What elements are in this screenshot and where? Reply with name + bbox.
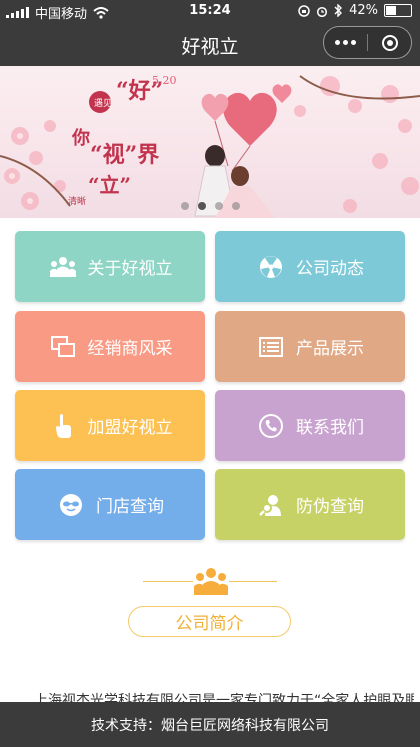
miniprogram-capsule: [323, 26, 412, 59]
news-label: 公司动态: [296, 259, 364, 279]
battery-percent: 42%: [349, 3, 378, 18]
lock-rotation-icon: [298, 4, 310, 17]
close-button[interactable]: [368, 27, 411, 58]
carousel-indicators[interactable]: [0, 202, 420, 210]
news-button[interactable]: 公司动态: [215, 231, 405, 302]
about-label: 关于好视立: [87, 259, 173, 279]
phone-icon: [256, 411, 286, 441]
group-icon: [48, 252, 78, 282]
radiation-icon: [256, 252, 286, 282]
banner-text-5: “立”: [88, 173, 131, 197]
banner-date: 5.20: [152, 74, 177, 87]
top-bar: 中国移动 15:24 42% 好视立: [0, 0, 420, 66]
carousel-dot[interactable]: [214, 202, 223, 210]
contact-label: 联系我们: [296, 418, 364, 438]
join-label: 加盟好视立: [87, 418, 173, 438]
dealers-button[interactable]: 经销商风采: [15, 311, 205, 382]
list-icon: [256, 332, 286, 362]
user-search-icon: [256, 490, 286, 520]
hand-pointer-icon: [48, 411, 78, 441]
banner-illustration: 遇见 “好” 你 “视”界 “立” 清晰 5.20: [0, 74, 420, 218]
join-button[interactable]: 加盟好视立: [15, 390, 205, 461]
carousel-dot[interactable]: [231, 202, 240, 210]
status-bar: 中国移动 15:24 42%: [0, 0, 420, 22]
carousel-dot[interactable]: [180, 202, 189, 210]
about-button[interactable]: 关于好视立: [15, 231, 205, 302]
close-icon: [381, 34, 398, 51]
banner-text-3: 你: [71, 127, 90, 149]
contact-button[interactable]: 联系我们: [215, 390, 405, 461]
stores-label: 门店查询: [96, 497, 164, 517]
products-label: 产品展示: [296, 339, 364, 359]
dealers-label: 经销商风采: [87, 339, 173, 359]
company-intro-title: 公司简介: [128, 606, 291, 637]
bluetooth-icon: [334, 4, 343, 17]
stores-button[interactable]: 门店查询: [15, 469, 205, 540]
anticounterfeit-label: 防伪查询: [296, 497, 364, 517]
banner-text-4: “视”界: [90, 142, 159, 168]
carousel-dot[interactable]: [197, 202, 206, 210]
glasses-face-icon: [56, 490, 86, 520]
banner-text-1: 遇见: [94, 98, 112, 109]
banner-carousel[interactable]: 遇见 “好” 你 “视”界 “立” 清晰 5.20: [0, 66, 420, 218]
products-button[interactable]: 产品展示: [215, 311, 405, 382]
anticounterfeit-button[interactable]: 防伪查询: [215, 469, 405, 540]
alarm-icon: [317, 6, 328, 17]
tech-support-footer: 技术支持：烟台巨匠网络科技有限公司: [0, 702, 420, 747]
more-button[interactable]: [324, 27, 367, 58]
team-icon: [193, 567, 229, 595]
windows-icon: [48, 332, 78, 362]
battery-icon: [384, 4, 412, 17]
more-icon: [335, 40, 356, 45]
